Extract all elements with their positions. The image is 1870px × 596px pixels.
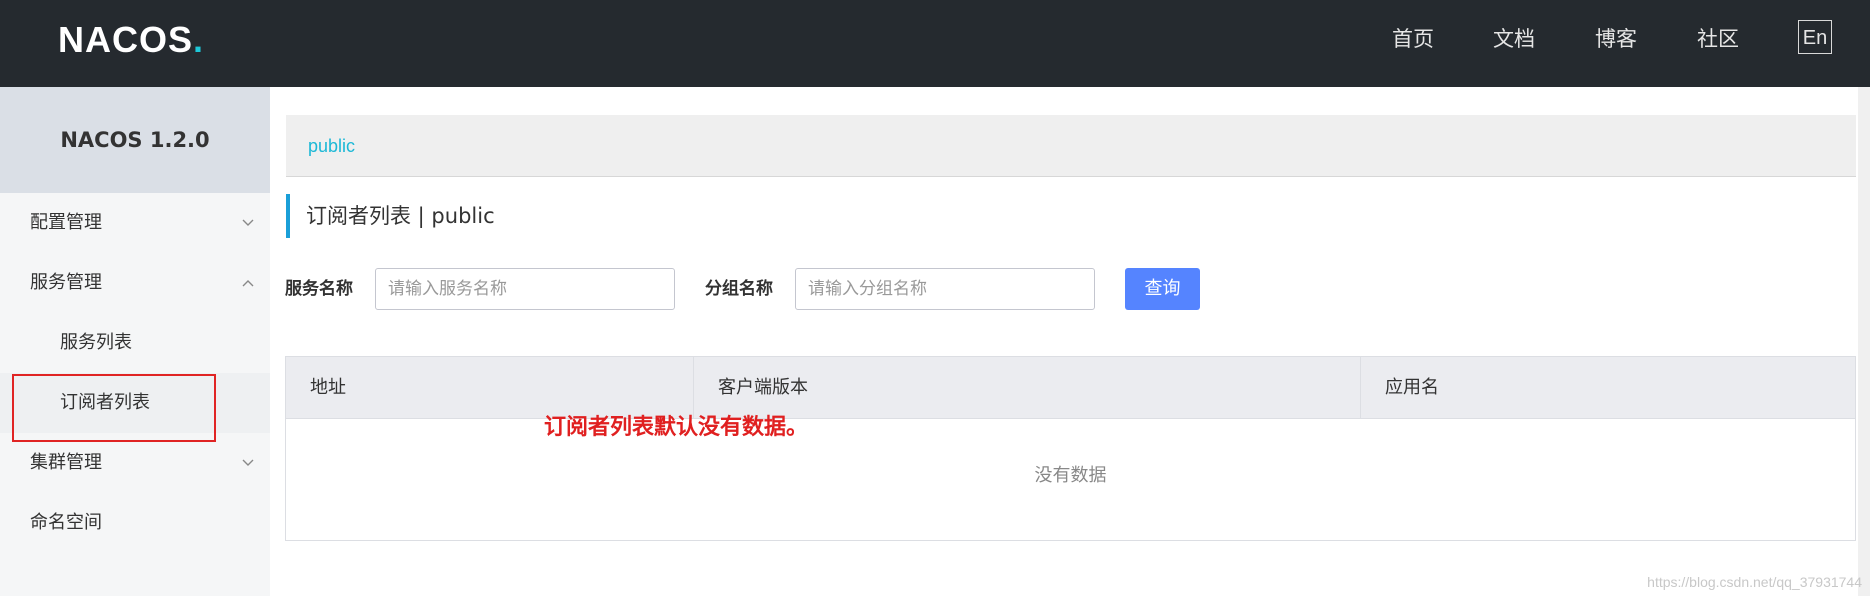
column-header-app-name: 应用名 [1360, 357, 1855, 418]
nav-community[interactable]: 社区 [1697, 25, 1739, 53]
red-annotation-text: 订阅者列表默认没有数据。 [544, 415, 809, 440]
sidebar-item-service-list[interactable]: 服务列表 [0, 313, 270, 373]
group-name-label: 分组名称 [705, 279, 773, 299]
logo-text: NACOS [58, 19, 194, 60]
column-header-client-version: 客户端版本 [693, 357, 1360, 418]
nav-blog[interactable]: 博客 [1595, 25, 1637, 53]
namespace-bar: public [286, 115, 1856, 177]
nacos-logo[interactable]: NACOS. [58, 20, 204, 60]
table-empty-text: 没有数据 [1034, 465, 1107, 486]
sidebar-item-label: 集群管理 [30, 452, 102, 473]
sidebar-item-label: 配置管理 [30, 212, 102, 233]
page-title: 订阅者列表 | public [286, 194, 495, 238]
vertical-scrollbar[interactable] [1858, 87, 1870, 596]
service-name-label: 服务名称 [285, 279, 353, 299]
subscriber-table: 地址 客户端版本 应用名 没有数据 [285, 356, 1856, 541]
table-header: 地址 客户端版本 应用名 [286, 357, 1855, 419]
chevron-down-icon [240, 433, 256, 493]
logo-dot: . [193, 19, 205, 60]
sidebar-item-namespace[interactable]: 命名空间 [0, 493, 270, 553]
sidebar-item-label: 服务管理 [30, 272, 102, 293]
sidebar-item-config-management[interactable]: 配置管理 [0, 193, 270, 253]
query-button[interactable]: 查询 [1125, 268, 1200, 310]
sidebar-item-label: 命名空间 [30, 512, 102, 533]
sidebar-item-cluster-management[interactable]: 集群管理 [0, 433, 270, 493]
column-header-address: 地址 [310, 377, 346, 398]
sidebar-item-label: 服务列表 [60, 332, 132, 353]
chevron-up-icon [240, 253, 256, 313]
nav-docs[interactable]: 文档 [1493, 25, 1535, 53]
namespace-public-link[interactable]: public [308, 115, 355, 177]
nav-home[interactable]: 首页 [1392, 25, 1434, 53]
sidebar-version-title: NACOS 1.2.0 [0, 87, 270, 193]
highlight-annotation-box [12, 374, 216, 442]
watermark: https://blog.csdn.net/qq_37931744 [1647, 574, 1862, 590]
chevron-down-icon [240, 193, 256, 253]
group-name-input[interactable] [795, 268, 1095, 310]
sidebar-item-service-management[interactable]: 服务管理 [0, 253, 270, 313]
top-header: NACOS. 首页 文档 博客 社区 En [0, 0, 1870, 87]
language-switch-button[interactable]: En [1798, 20, 1832, 54]
service-name-input[interactable] [375, 268, 675, 310]
sidebar: NACOS 1.2.0 配置管理 服务管理 服务列表 订阅者列表 集群管理 命名… [0, 87, 270, 596]
